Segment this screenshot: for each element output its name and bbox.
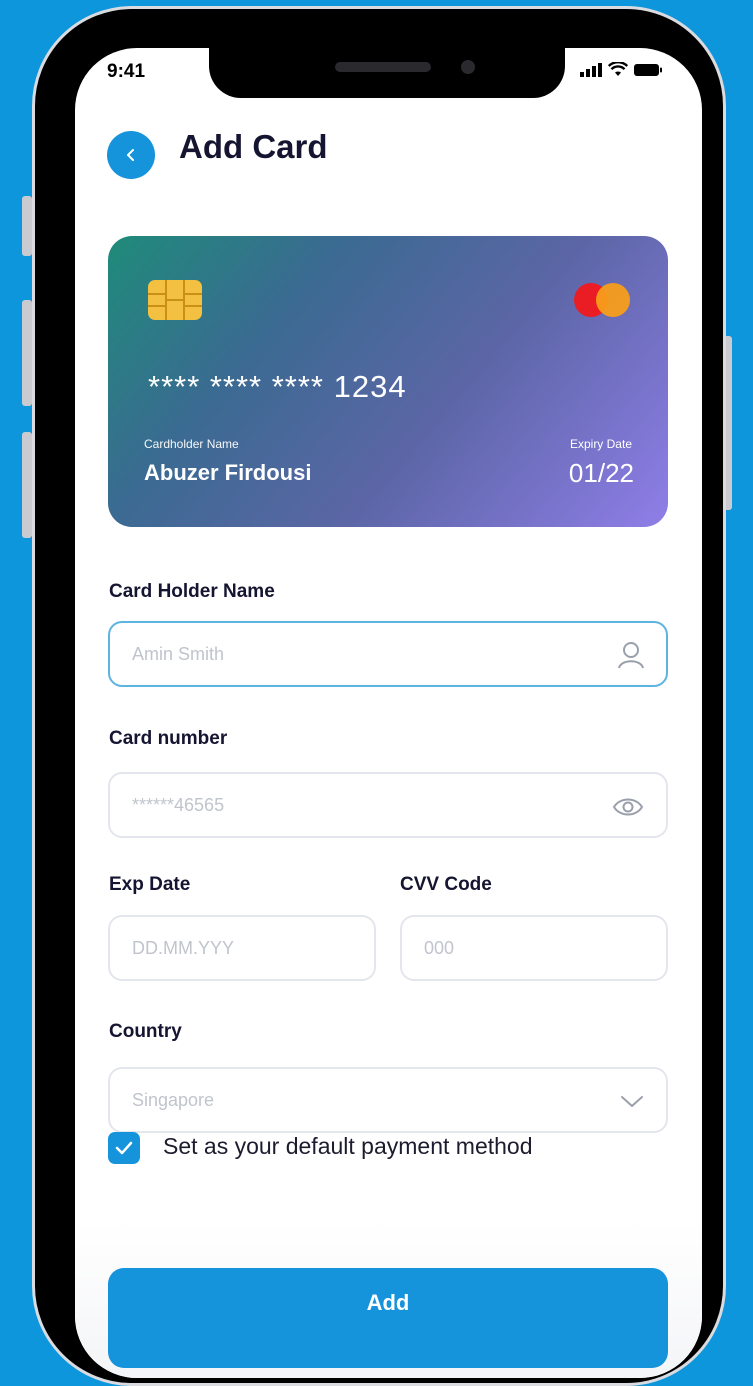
status-time: 9:41: [107, 61, 146, 82]
cvv-label: CVV Code: [400, 874, 492, 895]
holder-name-input[interactable]: [110, 623, 555, 685]
cvv-field[interactable]: [400, 915, 668, 981]
credit-card-preview: **** **** **** 1234 Cardholder Name Abuz…: [108, 236, 668, 527]
checkmark-icon: [115, 1141, 133, 1155]
signal-icon: [580, 62, 602, 77]
cardholder-label: Cardholder Name: [144, 437, 239, 451]
country-select[interactable]: [108, 1067, 668, 1133]
notch: [209, 48, 565, 98]
speaker: [335, 62, 431, 72]
card-number-display: **** **** **** 1234: [148, 369, 407, 404]
exp-date-input[interactable]: [110, 917, 322, 979]
battery-icon: [634, 63, 662, 76]
card-number-label: Card number: [109, 728, 228, 749]
mute-switch: [22, 196, 32, 256]
wifi-icon: [608, 62, 628, 76]
chip-icon: [148, 280, 202, 320]
mastercard-logo-icon: [574, 283, 632, 317]
expiry-label: Expiry Date: [569, 437, 632, 451]
default-payment-checkbox[interactable]: [108, 1132, 140, 1164]
status-icons: [580, 62, 662, 77]
volume-up-button: [22, 300, 32, 406]
exp-date-label: Exp Date: [109, 874, 191, 895]
cardholder-name: Abuzer Firdousi: [144, 460, 312, 485]
country-value[interactable]: [110, 1069, 555, 1131]
default-payment-label: Set as your default payment method: [163, 1133, 533, 1159]
camera: [461, 60, 475, 74]
app-screen: 9:41 Add Card **** **** **** 1234 Cardho…: [75, 48, 702, 1378]
card-number-field[interactable]: [108, 772, 668, 838]
card-number-input[interactable]: [110, 774, 555, 836]
expiry-value: 01/22: [568, 458, 634, 488]
country-label: Country: [109, 1021, 182, 1042]
user-icon: [618, 642, 644, 669]
holder-name-label: Card Holder Name: [109, 581, 275, 602]
eye-icon[interactable]: [612, 796, 644, 818]
volume-down-button: [22, 432, 32, 538]
cvv-input[interactable]: [402, 917, 614, 979]
back-button[interactable]: [107, 131, 155, 179]
exp-date-field[interactable]: [108, 915, 376, 981]
chevron-down-icon: [621, 1096, 643, 1107]
page-title: Add Card: [179, 128, 328, 165]
holder-name-field[interactable]: [108, 621, 668, 687]
chevron-left-icon: [127, 149, 134, 161]
add-card-button[interactable]: Add: [108, 1268, 668, 1368]
